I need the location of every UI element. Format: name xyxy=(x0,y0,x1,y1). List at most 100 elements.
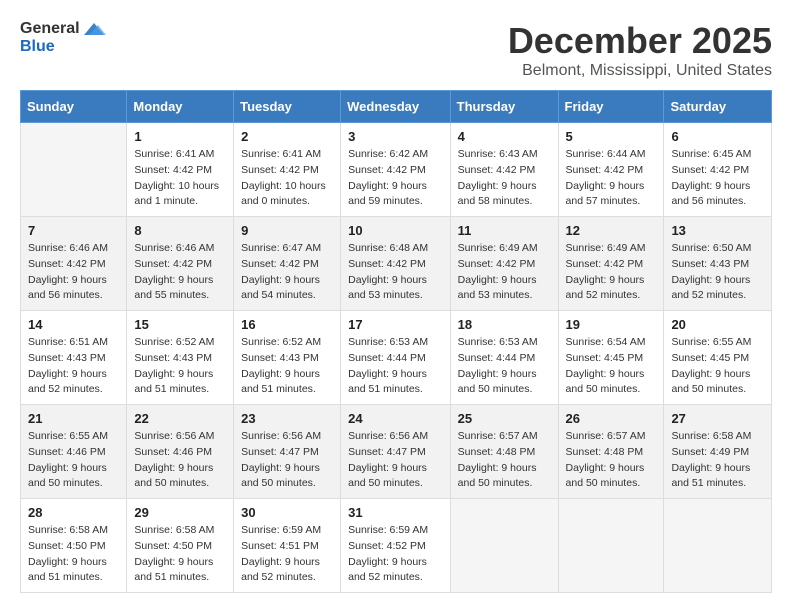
day-info: Sunrise: 6:45 AMSunset: 4:42 PMDaylight:… xyxy=(671,147,764,210)
day-number: 6 xyxy=(671,129,764,144)
day-info: Sunrise: 6:53 AMSunset: 4:44 PMDaylight:… xyxy=(348,335,443,398)
day-number: 24 xyxy=(348,411,443,426)
table-row: 12Sunrise: 6:49 AMSunset: 4:42 PMDayligh… xyxy=(558,217,664,311)
day-info: Sunrise: 6:55 AMSunset: 4:45 PMDaylight:… xyxy=(671,335,764,398)
table-row: 22 Sunrise: 6:56 AMSunset: 4:46 PMDayligh… xyxy=(127,405,234,499)
logo: General Blue xyxy=(20,20,106,55)
day-info: Sunrise: 6:59 AMSunset: 4:52 PMDaylight:… xyxy=(348,523,443,586)
col-thursday: Thursday xyxy=(450,91,558,123)
day-info: Sunrise: 6:50 AMSunset: 4:43 PMDaylight:… xyxy=(671,241,764,304)
day-info: Sunrise: 6:54 AMSunset: 4:45 PMDaylight:… xyxy=(566,335,657,398)
table-row: 31 Sunrise: 6:59 AMSunset: 4:52 PMDayligh… xyxy=(341,499,451,593)
day-info: Sunrise: 6:43 AMSunset: 4:42 PMDaylight:… xyxy=(458,147,551,210)
page-header: General Blue December 2025 Belmont, Miss… xyxy=(20,20,772,80)
day-info: Sunrise: 6:57 AMSunset: 4:48 PMDaylight:… xyxy=(458,429,551,492)
day-info: Sunrise: 6:46 AMSunset: 4:42 PMDaylight:… xyxy=(134,241,226,304)
logo-blue: Blue xyxy=(20,38,55,56)
table-row: 24 Sunrise: 6:56 AMSunset: 4:47 PMDayligh… xyxy=(341,405,451,499)
table-row xyxy=(664,499,772,593)
col-sunday: Sunday xyxy=(21,91,127,123)
day-info: Sunrise: 6:51 AMSunset: 4:43 PMDaylight:… xyxy=(28,335,119,398)
calendar-week-4: 21 Sunrise: 6:55 AMSunset: 4:46 PMDayligh… xyxy=(21,405,772,499)
table-row: 23 Sunrise: 6:56 AMSunset: 4:47 PMDayligh… xyxy=(234,405,341,499)
day-info: Sunrise: 6:44 AMSunset: 4:42 PMDaylight:… xyxy=(566,147,657,210)
day-info: Sunrise: 6:41 AMSunset: 4:42 PMDaylight:… xyxy=(241,147,333,210)
table-row: 20 Sunrise: 6:55 AMSunset: 4:45 PMDayligh… xyxy=(664,311,772,405)
location: Belmont, Mississippi, United States xyxy=(508,62,772,80)
day-info: Sunrise: 6:49 AMSunset: 4:42 PMDaylight:… xyxy=(566,241,657,304)
day-number: 5 xyxy=(566,129,657,144)
table-row: 7 Sunrise: 6:46 AMSunset: 4:42 PMDaylight… xyxy=(21,217,127,311)
table-row: 27Sunrise: 6:58 AMSunset: 4:49 PMDayligh… xyxy=(664,405,772,499)
day-number: 7 xyxy=(28,223,119,238)
table-row: 6 Sunrise: 6:45 AMSunset: 4:42 PMDaylight… xyxy=(664,123,772,217)
day-number: 17 xyxy=(348,317,443,332)
table-row: 10Sunrise: 6:48 AMSunset: 4:42 PMDayligh… xyxy=(341,217,451,311)
table-row: 28Sunrise: 6:58 AMSunset: 4:50 PMDayligh… xyxy=(21,499,127,593)
month-title: December 2025 xyxy=(508,20,772,62)
table-row: 26Sunrise: 6:57 AMSunset: 4:48 PMDayligh… xyxy=(558,405,664,499)
day-number: 11 xyxy=(458,223,551,238)
day-number: 1 xyxy=(134,129,226,144)
day-number: 22 xyxy=(134,411,226,426)
day-info: Sunrise: 6:58 AMSunset: 4:49 PMDaylight:… xyxy=(671,429,764,492)
day-number: 13 xyxy=(671,223,764,238)
col-wednesday: Wednesday xyxy=(341,91,451,123)
day-info: Sunrise: 6:58 AMSunset: 4:50 PMDaylight:… xyxy=(134,523,226,586)
table-row: 18Sunrise: 6:53 AMSunset: 4:44 PMDayligh… xyxy=(450,311,558,405)
day-info: Sunrise: 6:46 AMSunset: 4:42 PMDaylight:… xyxy=(28,241,119,304)
table-row: 25 Sunrise: 6:57 AMSunset: 4:48 PMDayligh… xyxy=(450,405,558,499)
day-number: 19 xyxy=(566,317,657,332)
table-row xyxy=(558,499,664,593)
table-row: 14 Sunrise: 6:51 AMSunset: 4:43 PMDayligh… xyxy=(21,311,127,405)
day-info: Sunrise: 6:48 AMSunset: 4:42 PMDaylight:… xyxy=(348,241,443,304)
day-info: Sunrise: 6:56 AMSunset: 4:46 PMDaylight:… xyxy=(134,429,226,492)
table-row: 3 Sunrise: 6:42 AMSunset: 4:42 PMDaylight… xyxy=(341,123,451,217)
table-row: 2 Sunrise: 6:41 AMSunset: 4:42 PMDaylight… xyxy=(234,123,341,217)
table-row: 11 Sunrise: 6:49 AMSunset: 4:42 PMDayligh… xyxy=(450,217,558,311)
table-row: 1 Sunrise: 6:41 AMSunset: 4:42 PMDaylight… xyxy=(127,123,234,217)
day-info: Sunrise: 6:59 AMSunset: 4:51 PMDaylight:… xyxy=(241,523,333,586)
day-info: Sunrise: 6:49 AMSunset: 4:42 PMDaylight:… xyxy=(458,241,551,304)
day-number: 31 xyxy=(348,505,443,520)
calendar-week-1: 1 Sunrise: 6:41 AMSunset: 4:42 PMDaylight… xyxy=(21,123,772,217)
table-row xyxy=(21,123,127,217)
col-friday: Friday xyxy=(558,91,664,123)
day-number: 3 xyxy=(348,129,443,144)
day-number: 2 xyxy=(241,129,333,144)
day-info: Sunrise: 6:41 AMSunset: 4:42 PMDaylight:… xyxy=(134,147,226,210)
day-number: 14 xyxy=(28,317,119,332)
day-info: Sunrise: 6:56 AMSunset: 4:47 PMDaylight:… xyxy=(241,429,333,492)
calendar-week-3: 14 Sunrise: 6:51 AMSunset: 4:43 PMDayligh… xyxy=(21,311,772,405)
day-info: Sunrise: 6:42 AMSunset: 4:42 PMDaylight:… xyxy=(348,147,443,210)
calendar-table: Sunday Monday Tuesday Wednesday Thursday… xyxy=(20,90,772,593)
table-row: 16 Sunrise: 6:52 AMSunset: 4:43 PMDayligh… xyxy=(234,311,341,405)
table-row: 13 Sunrise: 6:50 AMSunset: 4:43 PMDayligh… xyxy=(664,217,772,311)
table-row: 30 Sunrise: 6:59 AMSunset: 4:51 PMDayligh… xyxy=(234,499,341,593)
title-area: December 2025 Belmont, Mississippi, Unit… xyxy=(508,20,772,80)
day-number: 30 xyxy=(241,505,333,520)
table-row xyxy=(450,499,558,593)
day-info: Sunrise: 6:56 AMSunset: 4:47 PMDaylight:… xyxy=(348,429,443,492)
day-number: 4 xyxy=(458,129,551,144)
day-info: Sunrise: 6:58 AMSunset: 4:50 PMDaylight:… xyxy=(28,523,119,586)
table-row: 9Sunrise: 6:47 AMSunset: 4:42 PMDaylight… xyxy=(234,217,341,311)
calendar-header-row: Sunday Monday Tuesday Wednesday Thursday… xyxy=(21,91,772,123)
day-number: 25 xyxy=(458,411,551,426)
table-row: 17 Sunrise: 6:53 AMSunset: 4:44 PMDayligh… xyxy=(341,311,451,405)
calendar-week-2: 7 Sunrise: 6:46 AMSunset: 4:42 PMDaylight… xyxy=(21,217,772,311)
table-row: 29Sunrise: 6:58 AMSunset: 4:50 PMDayligh… xyxy=(127,499,234,593)
day-info: Sunrise: 6:55 AMSunset: 4:46 PMDaylight:… xyxy=(28,429,119,492)
table-row: 19 Sunrise: 6:54 AMSunset: 4:45 PMDayligh… xyxy=(558,311,664,405)
table-row: 21 Sunrise: 6:55 AMSunset: 4:46 PMDayligh… xyxy=(21,405,127,499)
col-saturday: Saturday xyxy=(664,91,772,123)
day-number: 20 xyxy=(671,317,764,332)
calendar-week-5: 28Sunrise: 6:58 AMSunset: 4:50 PMDayligh… xyxy=(21,499,772,593)
day-info: Sunrise: 6:52 AMSunset: 4:43 PMDaylight:… xyxy=(241,335,333,398)
day-number: 16 xyxy=(241,317,333,332)
day-number: 8 xyxy=(134,223,226,238)
table-row: 8 Sunrise: 6:46 AMSunset: 4:42 PMDaylight… xyxy=(127,217,234,311)
day-number: 21 xyxy=(28,411,119,426)
day-number: 23 xyxy=(241,411,333,426)
day-info: Sunrise: 6:57 AMSunset: 4:48 PMDaylight:… xyxy=(566,429,657,492)
